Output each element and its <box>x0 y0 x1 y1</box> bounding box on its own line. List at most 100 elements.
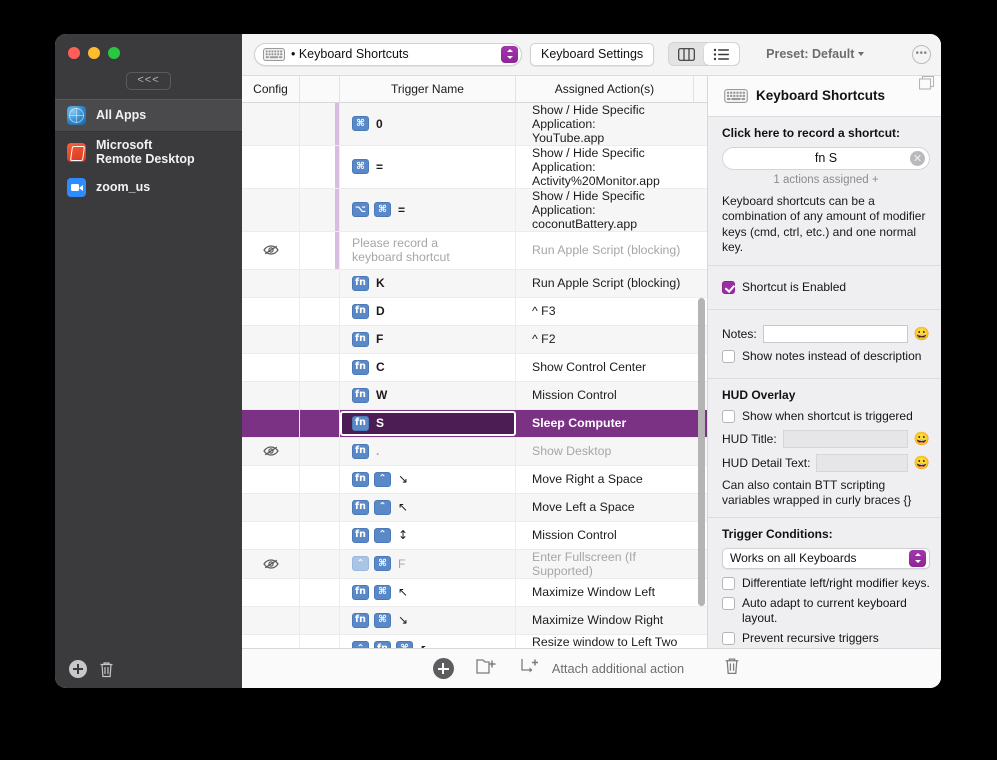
actions-assigned-text[interactable]: 1 actions assigned + <box>722 174 930 186</box>
row-trigger-cell[interactable]: fnC <box>340 354 516 381</box>
popup-stepper-icon[interactable] <box>501 46 518 63</box>
row-config-cell[interactable] <box>242 326 300 353</box>
delete-action-button[interactable] <box>724 657 740 680</box>
add-preset-button[interactable] <box>69 660 87 678</box>
row-config-cell[interactable] <box>242 635 300 648</box>
table-row[interactable]: fnSSleep Computer <box>242 410 707 438</box>
row-trigger-cell[interactable]: fn⌘↘ <box>340 607 516 634</box>
preset-selector[interactable]: Preset: Default <box>766 47 864 61</box>
hud-show-row[interactable]: Show when shortcut is triggered <box>722 409 930 424</box>
row-action-cell[interactable]: Sleep Computer <box>516 410 694 437</box>
row-trigger-cell[interactable]: fn⌃↕ <box>340 522 516 549</box>
show-notes-row[interactable]: Show notes instead of description <box>722 349 930 364</box>
trigger-type-popup[interactable]: • Keyboard Shortcuts <box>254 43 522 66</box>
new-group-button[interactable] <box>476 657 498 680</box>
row-config-cell[interactable] <box>242 298 300 325</box>
row-config-cell[interactable] <box>242 146 300 188</box>
row-action-cell[interactable]: Show Desktop <box>516 438 694 465</box>
hud-title-input[interactable] <box>783 430 908 448</box>
row-config-cell[interactable] <box>242 438 300 465</box>
differentiate-modifiers-checkbox[interactable] <box>722 577 735 590</box>
row-action-cell[interactable]: Mission Control <box>516 382 694 409</box>
table-row[interactable]: fn⌃↘Move Right a Space <box>242 466 707 494</box>
prevent-recursive-checkbox[interactable] <box>722 632 735 645</box>
show-notes-checkbox[interactable] <box>722 350 735 363</box>
minimize-window-button[interactable] <box>88 47 100 59</box>
row-trigger-cell[interactable]: fn. <box>340 438 516 465</box>
table-row[interactable]: fnKRun Apple Script (blocking) <box>242 270 707 298</box>
row-action-cell[interactable]: ^ F3 <box>516 298 694 325</box>
row-config-cell[interactable] <box>242 103 300 145</box>
row-trigger-cell[interactable]: fn⌘↖ <box>340 579 516 606</box>
table-vertical-scrollbar[interactable] <box>698 298 705 606</box>
table-row[interactable]: ⌘=Show / Hide Specific Application:Activ… <box>242 146 707 189</box>
shortcut-enabled-row[interactable]: Shortcut is Enabled <box>722 280 930 295</box>
clear-icon[interactable]: ✕ <box>910 151 925 166</box>
table-row[interactable]: ⌃fn⌘↖Resize window to Left Two Thirds <box>242 635 707 648</box>
row-config-cell[interactable] <box>242 466 300 493</box>
columns-view-icon[interactable] <box>669 43 704 65</box>
row-trigger-cell[interactable]: fnD <box>340 298 516 325</box>
row-action-cell[interactable]: Maximize Window Left <box>516 579 694 606</box>
row-action-cell[interactable]: ^ F2 <box>516 326 694 353</box>
hidden-eye-icon[interactable] <box>263 558 279 570</box>
row-action-cell[interactable]: Show / Hide Specific Application:coconut… <box>516 189 694 231</box>
row-trigger-cell[interactable]: fn⌃↘ <box>340 466 516 493</box>
close-window-button[interactable] <box>68 47 80 59</box>
shortcut-enabled-checkbox[interactable] <box>722 281 735 294</box>
differentiate-modifiers-row[interactable]: Differentiate left/right modifier keys. <box>722 576 930 591</box>
row-config-cell[interactable] <box>242 550 300 578</box>
row-action-cell[interactable]: Move Right a Space <box>516 466 694 493</box>
row-action-cell[interactable]: Show / Hide Specific Application:Activit… <box>516 146 694 188</box>
table-row[interactable]: fn⌃↕Mission Control <box>242 522 707 550</box>
hidden-eye-icon[interactable] <box>263 244 279 256</box>
row-action-cell[interactable]: Show Control Center <box>516 354 694 381</box>
row-trigger-cell[interactable]: fnF <box>340 326 516 353</box>
keyboard-scope-select[interactable]: Works on all Keyboards <box>722 548 930 569</box>
row-config-cell[interactable] <box>242 232 300 269</box>
zoom-window-button[interactable] <box>108 47 120 59</box>
row-config-cell[interactable] <box>242 607 300 634</box>
sidebar-item-microsoft-remote-desktop[interactable]: Microsoft Remote Desktop <box>55 132 242 172</box>
select-stepper-icon[interactable] <box>909 550 926 567</box>
table-row[interactable]: fn⌘↖Maximize Window Left <box>242 579 707 607</box>
row-action-cell[interactable]: Enter Fullscreen (If Supported) <box>516 550 694 578</box>
row-action-cell[interactable]: Mission Control <box>516 522 694 549</box>
shortcut-record-input[interactable]: fn S ✕ <box>722 147 930 170</box>
row-trigger-cell[interactable]: ⌃fn⌘↖ <box>340 635 516 648</box>
table-row[interactable]: ⌘0Show / Hide Specific Application:YouTu… <box>242 103 707 146</box>
emoji-picker-icon[interactable]: 😀 <box>914 432 930 445</box>
row-trigger-cell[interactable]: fnS <box>340 411 516 436</box>
row-action-cell[interactable]: Run Apple Script (blocking) <box>516 232 694 269</box>
hud-show-checkbox[interactable] <box>722 410 735 423</box>
row-action-cell[interactable]: Move Left a Space <box>516 494 694 521</box>
column-header-blank[interactable] <box>300 76 340 102</box>
column-header-trigger-name[interactable]: Trigger Name <box>340 76 516 102</box>
column-header-assigned-actions[interactable]: Assigned Action(s) <box>516 76 694 102</box>
sidebar-item-zoom-us[interactable]: zoom_us <box>55 172 242 203</box>
row-config-cell[interactable] <box>242 382 300 409</box>
row-trigger-cell[interactable]: fnW <box>340 382 516 409</box>
row-action-cell[interactable]: Resize window to Left Two Thirds <box>516 635 694 648</box>
table-row[interactable]: fnF^ F2 <box>242 326 707 354</box>
table-row[interactable]: fnCShow Control Center <box>242 354 707 382</box>
table-row[interactable]: fn⌘↘Maximize Window Right <box>242 607 707 635</box>
row-trigger-cell[interactable]: ⌃⌘F <box>340 550 516 578</box>
auto-adapt-row[interactable]: Auto adapt to current keyboard layout. <box>722 596 930 626</box>
row-trigger-cell[interactable]: ⌘= <box>340 146 516 188</box>
row-config-cell[interactable] <box>242 522 300 549</box>
delete-preset-button[interactable] <box>99 661 114 678</box>
row-config-cell[interactable] <box>242 270 300 297</box>
prevent-recursive-row[interactable]: Prevent recursive triggers <box>722 631 930 646</box>
row-trigger-cell[interactable]: Please record akeyboard shortcut <box>340 232 516 269</box>
row-config-cell[interactable] <box>242 410 300 437</box>
sidebar-item-all-apps[interactable]: All Apps <box>55 99 242 132</box>
row-trigger-cell[interactable]: fnK <box>340 270 516 297</box>
row-config-cell[interactable] <box>242 189 300 231</box>
ellipsis-circle-icon[interactable]: ••• <box>912 45 931 64</box>
row-config-cell[interactable] <box>242 494 300 521</box>
table-row[interactable]: ⌃⌘FEnter Fullscreen (If Supported) <box>242 550 707 579</box>
row-trigger-cell[interactable]: ⌘0 <box>340 103 516 145</box>
table-row[interactable]: fn⌃↖Move Left a Space <box>242 494 707 522</box>
table-row[interactable]: fnD^ F3 <box>242 298 707 326</box>
